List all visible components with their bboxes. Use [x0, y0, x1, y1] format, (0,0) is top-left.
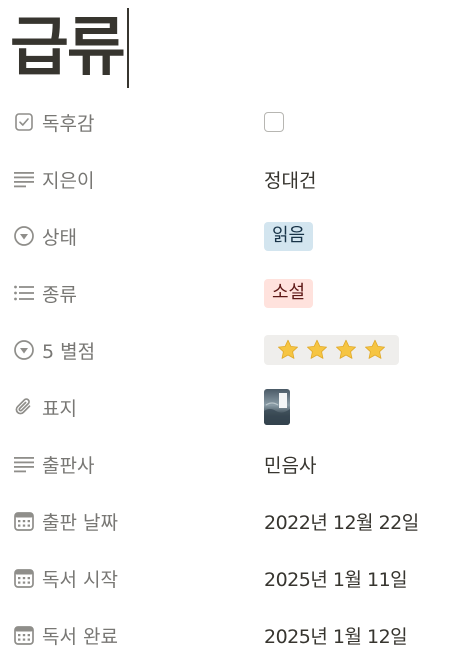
- read-done-checkbox[interactable]: [264, 112, 284, 132]
- property-label-text: 출판 날짜: [42, 511, 118, 534]
- checkbox-icon: [12, 110, 36, 134]
- property-list: 독후감 지은이 정대건 상태 읽음 종류 소설 5 별점 표지 출판사 민음사 …: [0, 94, 461, 664]
- property-label-text: 5 별점: [42, 340, 96, 363]
- property-label-text: 출판사: [42, 454, 95, 477]
- end-date-value[interactable]: 2025년 1월 12일: [264, 622, 408, 649]
- status-circle-icon: [12, 224, 36, 248]
- property-label-genre[interactable]: 종류: [12, 275, 77, 311]
- text-lines-icon: [12, 167, 36, 191]
- property-label-start-date[interactable]: 독서 시작: [12, 560, 118, 596]
- status-circle-icon: [12, 338, 36, 362]
- property-value-genre[interactable]: 소설: [264, 275, 314, 311]
- paperclip-icon: [12, 395, 36, 419]
- property-row-cover: 표지: [0, 379, 461, 436]
- property-label-text: 독서 완료: [42, 625, 118, 648]
- list-icon: [12, 281, 36, 305]
- property-row-end-date: 독서 완료 2025년 1월 12일: [0, 607, 461, 664]
- rating-tag[interactable]: [264, 335, 399, 365]
- text-caret: [126, 8, 129, 88]
- property-value-start-date[interactable]: 2025년 1월 11일: [264, 560, 408, 596]
- property-row-rating: 5 별점: [0, 322, 461, 379]
- book-cover-thumbnail[interactable]: [264, 389, 290, 425]
- page-title[interactable]: 급류: [10, 16, 126, 80]
- property-value-read-done[interactable]: [264, 104, 284, 140]
- property-row-publish-date: 출판 날짜 2022년 12월 22일: [0, 493, 461, 550]
- publish-date-value[interactable]: 2022년 12월 22일: [264, 508, 419, 535]
- property-label-text: 표지: [42, 397, 77, 420]
- property-value-end-date[interactable]: 2025년 1월 12일: [264, 617, 408, 653]
- property-value-status[interactable]: 읽음: [264, 218, 314, 254]
- text-lines-icon: [12, 452, 36, 476]
- property-label-text: 상태: [42, 226, 77, 249]
- property-label-text: 독서 시작: [42, 568, 118, 591]
- property-value-author[interactable]: 정대건: [264, 161, 316, 197]
- title-area[interactable]: 급류: [10, 6, 129, 90]
- calendar-icon: [12, 566, 36, 590]
- property-label-text: 종류: [42, 283, 77, 306]
- property-label-publisher[interactable]: 출판사: [12, 446, 94, 482]
- property-value-publisher[interactable]: 민음사: [264, 446, 316, 482]
- star-icon: [307, 339, 327, 359]
- start-date-value[interactable]: 2025년 1월 11일: [264, 565, 408, 592]
- star-icon: [365, 339, 385, 359]
- property-label-read-done[interactable]: 독후감: [12, 104, 94, 140]
- property-value-rating[interactable]: [264, 332, 399, 368]
- property-row-start-date: 독서 시작 2025년 1월 11일: [0, 550, 461, 607]
- genre-tag[interactable]: 소설: [264, 278, 314, 308]
- property-row-read-done: 독후감: [0, 94, 461, 151]
- property-label-rating[interactable]: 5 별점: [12, 332, 95, 368]
- property-row-genre: 종류 소설: [0, 265, 461, 322]
- property-label-cover[interactable]: 표지: [12, 389, 77, 425]
- property-value-cover[interactable]: [264, 389, 290, 425]
- star-icon: [278, 339, 298, 359]
- property-label-status[interactable]: 상태: [12, 218, 77, 254]
- star-icon: [336, 339, 356, 359]
- author-value[interactable]: 정대건: [264, 166, 316, 193]
- property-label-text: 독후감: [42, 112, 95, 135]
- status-tag[interactable]: 읽음: [264, 221, 314, 251]
- property-row-publisher: 출판사 민음사: [0, 436, 461, 493]
- calendar-icon: [12, 509, 36, 533]
- property-label-end-date[interactable]: 독서 완료: [12, 617, 118, 653]
- publisher-value[interactable]: 민음사: [264, 451, 316, 478]
- property-label-text: 지은이: [42, 169, 95, 192]
- property-label-publish-date[interactable]: 출판 날짜: [12, 503, 118, 539]
- property-value-publish-date[interactable]: 2022년 12월 22일: [264, 503, 419, 539]
- property-label-author[interactable]: 지은이: [12, 161, 94, 197]
- calendar-icon: [12, 623, 36, 647]
- page: 급류 독후감 지은이 정대건 상태 읽음 종류 소설 5 별점 표지 출판사 민…: [0, 0, 461, 668]
- property-row-status: 상태 읽음: [0, 208, 461, 265]
- property-row-author: 지은이 정대건: [0, 151, 461, 208]
